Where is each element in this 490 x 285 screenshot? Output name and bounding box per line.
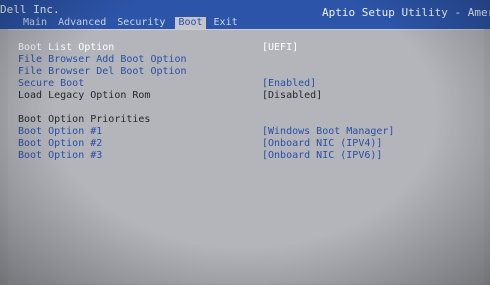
load-legacy-option-rom-label[interactable]: Load Legacy Option Rom [18, 90, 150, 102]
tab-main[interactable]: Main [20, 17, 50, 29]
boot-option-1-label[interactable]: Boot Option #1 [18, 126, 102, 138]
bios-screen: Dell Inc. Aptio Setup Utility - Amer Mai… [0, 0, 490, 285]
tab-exit[interactable]: Exit [211, 17, 241, 29]
tab-bar: Main Advanced Security Boot Exit [20, 17, 246, 29]
header-bar: Dell Inc. Aptio Setup Utility - Amer Mai… [0, 0, 490, 29]
boot-option-2-label[interactable]: Boot Option #2 [18, 138, 102, 150]
utility-title: Aptio Setup Utility - Amer [322, 6, 490, 19]
boot-option-2-value[interactable]: [Onboard NIC (IPV4)] [262, 138, 382, 150]
secure-boot-value[interactable]: [Enabled] [262, 78, 316, 90]
boot-list-option-value[interactable]: [UEFI] [262, 42, 298, 54]
boot-settings-panel: Boot List Option [UEFI] File Browser Add… [8, 29, 484, 284]
vendor-name: Dell Inc. [0, 3, 60, 16]
file-browser-del-boot-option[interactable]: File Browser Del Boot Option [18, 66, 187, 78]
boot-list-option-label[interactable]: Boot List Option [18, 42, 114, 54]
boot-option-priorities-heading: Boot Option Priorities [18, 114, 151, 125]
file-browser-add-boot-option[interactable]: File Browser Add Boot Option [18, 54, 187, 66]
load-legacy-option-rom-value[interactable]: [Disabled] [262, 90, 322, 102]
boot-option-3-value[interactable]: [Onboard NIC (IPV6)] [262, 150, 382, 162]
tab-security[interactable]: Security [114, 17, 168, 29]
tab-advanced[interactable]: Advanced [55, 17, 109, 29]
boot-option-1-value[interactable]: [Windows Boot Manager] [262, 126, 394, 138]
tab-boot[interactable]: Boot [175, 17, 206, 29]
boot-option-3-label[interactable]: Boot Option #3 [18, 150, 102, 162]
secure-boot-label[interactable]: Secure Boot [18, 78, 84, 90]
